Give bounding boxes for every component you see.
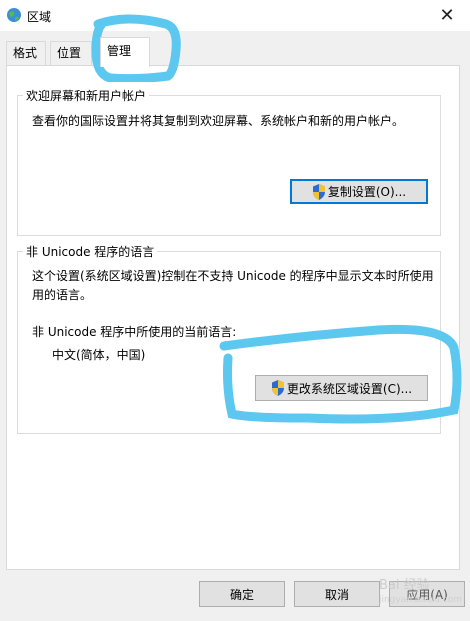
welcome-screen-group: 欢迎屏幕和新用户帐户 查看你的国际设置并将其复制到欢迎屏幕、系统帐户和新的用户帐… (17, 87, 441, 236)
tab-label: 管理 (107, 44, 132, 58)
apply-label: 应用(A) (406, 587, 448, 602)
tab-format[interactable]: 格式 (6, 41, 46, 66)
group-title: 非 Unicode 程序的语言 (23, 243, 158, 260)
change-system-locale-button[interactable]: 更改系统区域设置(C)... (255, 375, 428, 401)
uac-shield-icon (312, 183, 325, 200)
unicode-description-line1: 这个设置(系统区域设置)控制在不支持 Unicode 的程序中显示文本时所使用 (32, 269, 434, 283)
ok-button[interactable]: 确定 (199, 581, 285, 607)
unicode-description-line2: 用的语言。 (32, 288, 93, 302)
welcome-description: 查看你的国际设置并将其复制到欢迎屏幕、系统帐户和新的用户帐户。 (32, 114, 405, 128)
window-title: 区域 (27, 10, 52, 24)
cancel-label: 取消 (324, 587, 349, 602)
copy-settings-label: 复制设置(O)... (327, 185, 407, 199)
unicode-language-group: 非 Unicode 程序的语言 这个设置(系统区域设置)控制在不支持 Unico… (17, 243, 441, 434)
tab-label: 位置 (57, 46, 82, 60)
close-button[interactable]: ✕ (424, 0, 470, 31)
title-bar: 区域 ✕ (0, 0, 470, 31)
tab-label: 格式 (13, 46, 38, 60)
cancel-button[interactable]: 取消 (294, 581, 380, 607)
copy-settings-button[interactable]: 复制设置(O)... (290, 179, 428, 204)
globe-icon (7, 8, 21, 22)
apply-button[interactable]: 应用(A) (389, 581, 465, 607)
close-icon: ✕ (439, 5, 455, 26)
uac-shield-icon (271, 380, 284, 396)
tab-panel: 欢迎屏幕和新用户帐户 查看你的国际设置并将其复制到欢迎屏幕、系统帐户和新的用户帐… (6, 65, 460, 570)
current-language-label: 非 Unicode 程序中所使用的当前语言: (32, 325, 237, 339)
tab-location[interactable]: 位置 (50, 41, 92, 66)
tab-administrative[interactable]: 管理 (100, 37, 150, 67)
ok-label: 确定 (229, 587, 254, 602)
change-locale-label: 更改系统区域设置(C)... (286, 381, 413, 396)
group-title: 欢迎屏幕和新用户帐户 (23, 87, 150, 104)
current-language-value: 中文(简体，中国) (52, 348, 146, 362)
